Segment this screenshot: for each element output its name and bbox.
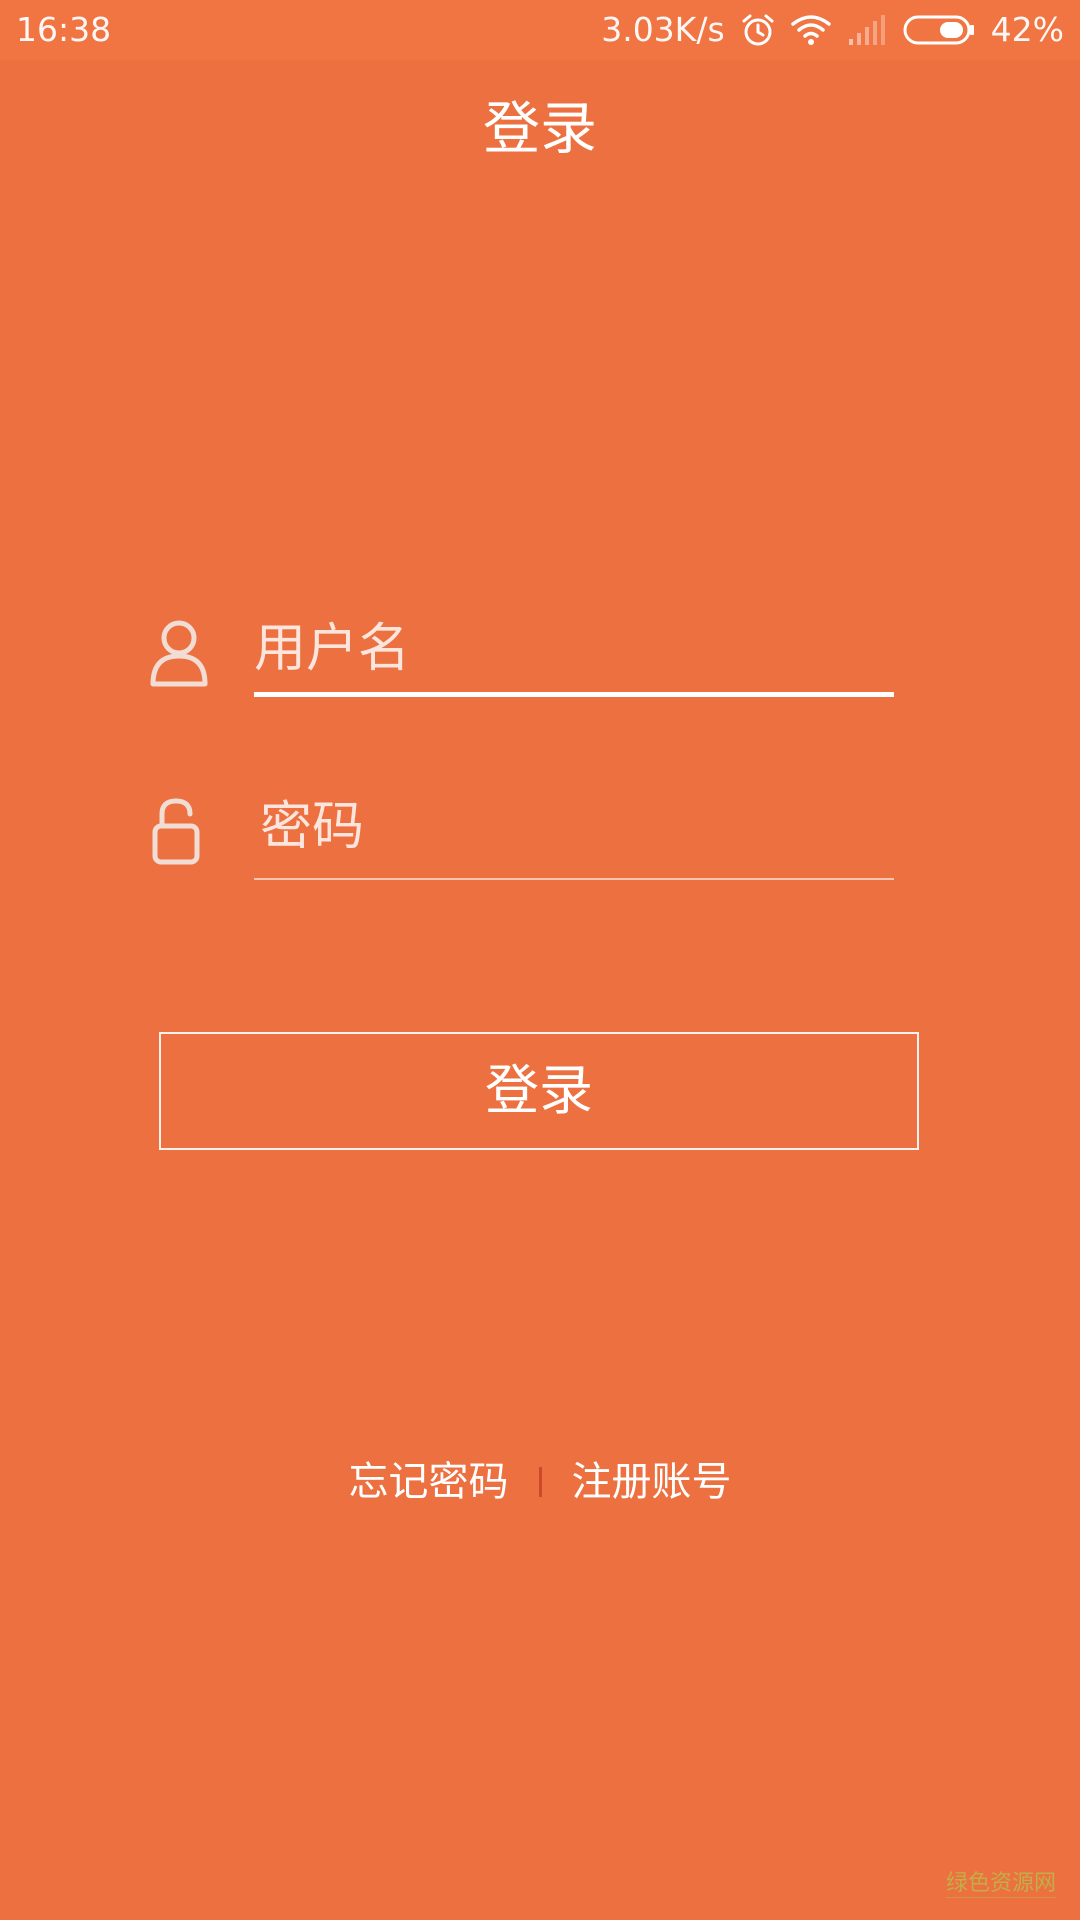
forgot-password-link[interactable]: 忘记密码 xyxy=(349,1452,509,1512)
network-speed: 3.03K/s xyxy=(601,10,725,49)
footer-divider xyxy=(538,1467,542,1497)
username-field xyxy=(148,600,894,710)
register-link[interactable]: 注册账号 xyxy=(572,1452,732,1512)
user-icon xyxy=(150,620,208,687)
status-time: 16:38 xyxy=(16,10,112,49)
footer-links: 忘记密码 注册账号 xyxy=(0,1452,1080,1512)
battery-icon xyxy=(903,15,974,45)
login-button[interactable]: 登录 xyxy=(159,1032,919,1150)
alarm-icon xyxy=(742,14,774,46)
password-underline xyxy=(254,878,894,880)
username-underline xyxy=(254,692,894,697)
login-screen: 16:38 3.03K/s 42% 登录 用户名 登录 忘记密码 注册账号 绿色… xyxy=(0,0,1080,1920)
username-input[interactable] xyxy=(254,600,894,698)
page-title: 登录 xyxy=(483,96,597,162)
watermark: 绿色资源网 xyxy=(945,1865,1056,1898)
signal-icon xyxy=(848,15,885,45)
password-field xyxy=(148,778,900,888)
status-bar: 16:38 3.03K/s 42% xyxy=(0,0,1080,60)
password-input[interactable] xyxy=(260,778,900,876)
unlock-icon xyxy=(152,798,200,865)
battery-percent: 42% xyxy=(990,10,1064,49)
status-indicators: 3.03K/s 42% xyxy=(601,8,1064,52)
wifi-icon xyxy=(790,15,831,45)
